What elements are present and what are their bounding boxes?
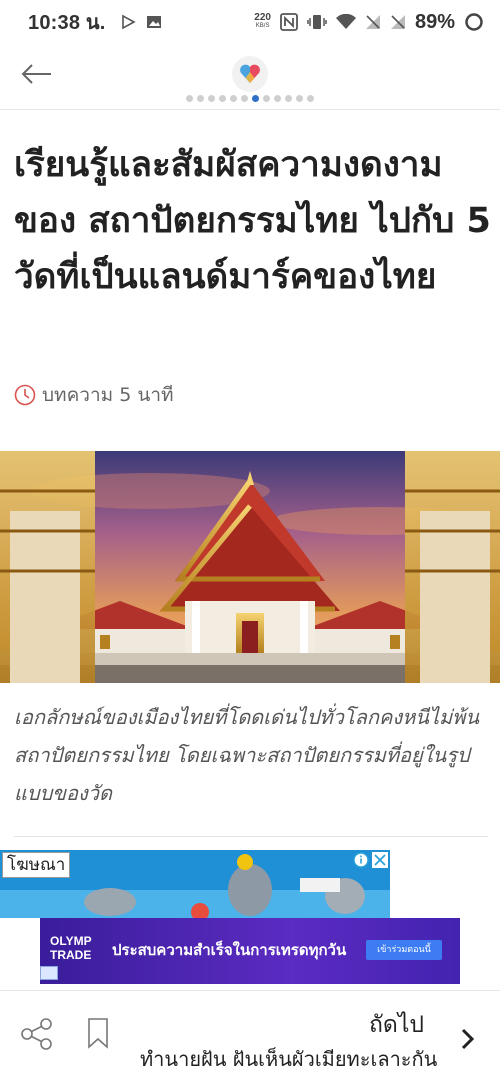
hero-image [0, 451, 500, 683]
next-article-title[interactable]: ทำนายฝัน ฝันเห็นผัวเมียทะเลาะกัน [140, 1043, 440, 1075]
back-button[interactable] [14, 56, 58, 92]
signal-off-icon [390, 15, 405, 29]
page-dot [219, 95, 226, 102]
ad-banner-top[interactable]: โฆษณา [0, 850, 390, 918]
battery-percent: 89% [414, 10, 455, 33]
heart-logo-icon [240, 64, 260, 83]
image-caption: เอกลักษณ์ของเมืองไทยที่โดดเด่นไปทั่วโลกค… [14, 705, 480, 805]
info-icon[interactable] [353, 852, 369, 868]
wifi-icon [335, 14, 356, 29]
status-time: 10:38 น. [28, 12, 106, 34]
bookmark-icon [88, 1018, 108, 1049]
clock-icon [14, 384, 36, 406]
read-time: บทความ 5 นาที [14, 380, 174, 410]
chevron-right-icon [461, 1028, 475, 1050]
ad-choices[interactable] [353, 852, 388, 868]
ad-choices-icon[interactable] [40, 966, 58, 980]
page-dot [285, 95, 292, 102]
arrow-left-icon [21, 64, 51, 84]
page-dot [197, 95, 204, 102]
play-outline-icon [121, 14, 136, 30]
page-dot [241, 95, 248, 102]
image-icon [146, 16, 161, 28]
page-dot [296, 95, 303, 102]
net-speed: 220 KB/S [254, 12, 271, 30]
share-button[interactable] [20, 1017, 54, 1051]
ad-label: โฆษณา [2, 852, 71, 878]
page-dot [307, 95, 314, 102]
vibrate-icon [307, 15, 327, 29]
bookmark-button[interactable] [86, 1017, 114, 1051]
page-dot [274, 95, 281, 102]
page-dot [186, 95, 193, 102]
battery-ring-icon [465, 13, 483, 31]
page-dot-active [252, 95, 259, 102]
page-dot [208, 95, 215, 102]
page-indicator [0, 95, 500, 102]
next-button[interactable] [454, 1023, 482, 1055]
ad-banner-olymp[interactable]: OLYMP TRADE ประสบความสำเร็จในการเทรดทุกว… [40, 918, 460, 984]
page-dot [230, 95, 237, 102]
signal-off-icon [365, 15, 380, 29]
share-icon [21, 1018, 52, 1050]
ad-join-button[interactable]: เข้าร่วมตอนนี้ [366, 940, 442, 960]
ad-banner-text: ประสบความสำเร็จในการเทรดทุกวัน [112, 941, 347, 959]
article-title: เรียนรู้และสัมผัสความงดงามของ สถาปัตยกรร… [14, 145, 491, 297]
olymp-logo: OLYMP TRADE [50, 934, 92, 962]
app-header [0, 44, 500, 110]
read-time-label: บทความ 5 นาที [42, 384, 174, 406]
next-label[interactable]: ถัดไป [369, 1007, 424, 1043]
nfc-icon [280, 13, 298, 31]
status-bar: 10:38 น. 220 KB/S 89% [0, 0, 500, 44]
app-logo[interactable] [232, 56, 268, 92]
close-icon[interactable] [372, 852, 388, 868]
page-dot [263, 95, 270, 102]
bottom-bar: ถัดไป ทำนายฝัน ฝันเห็นผัวเมียทะเลาะกัน [0, 990, 500, 1080]
divider [14, 836, 488, 837]
